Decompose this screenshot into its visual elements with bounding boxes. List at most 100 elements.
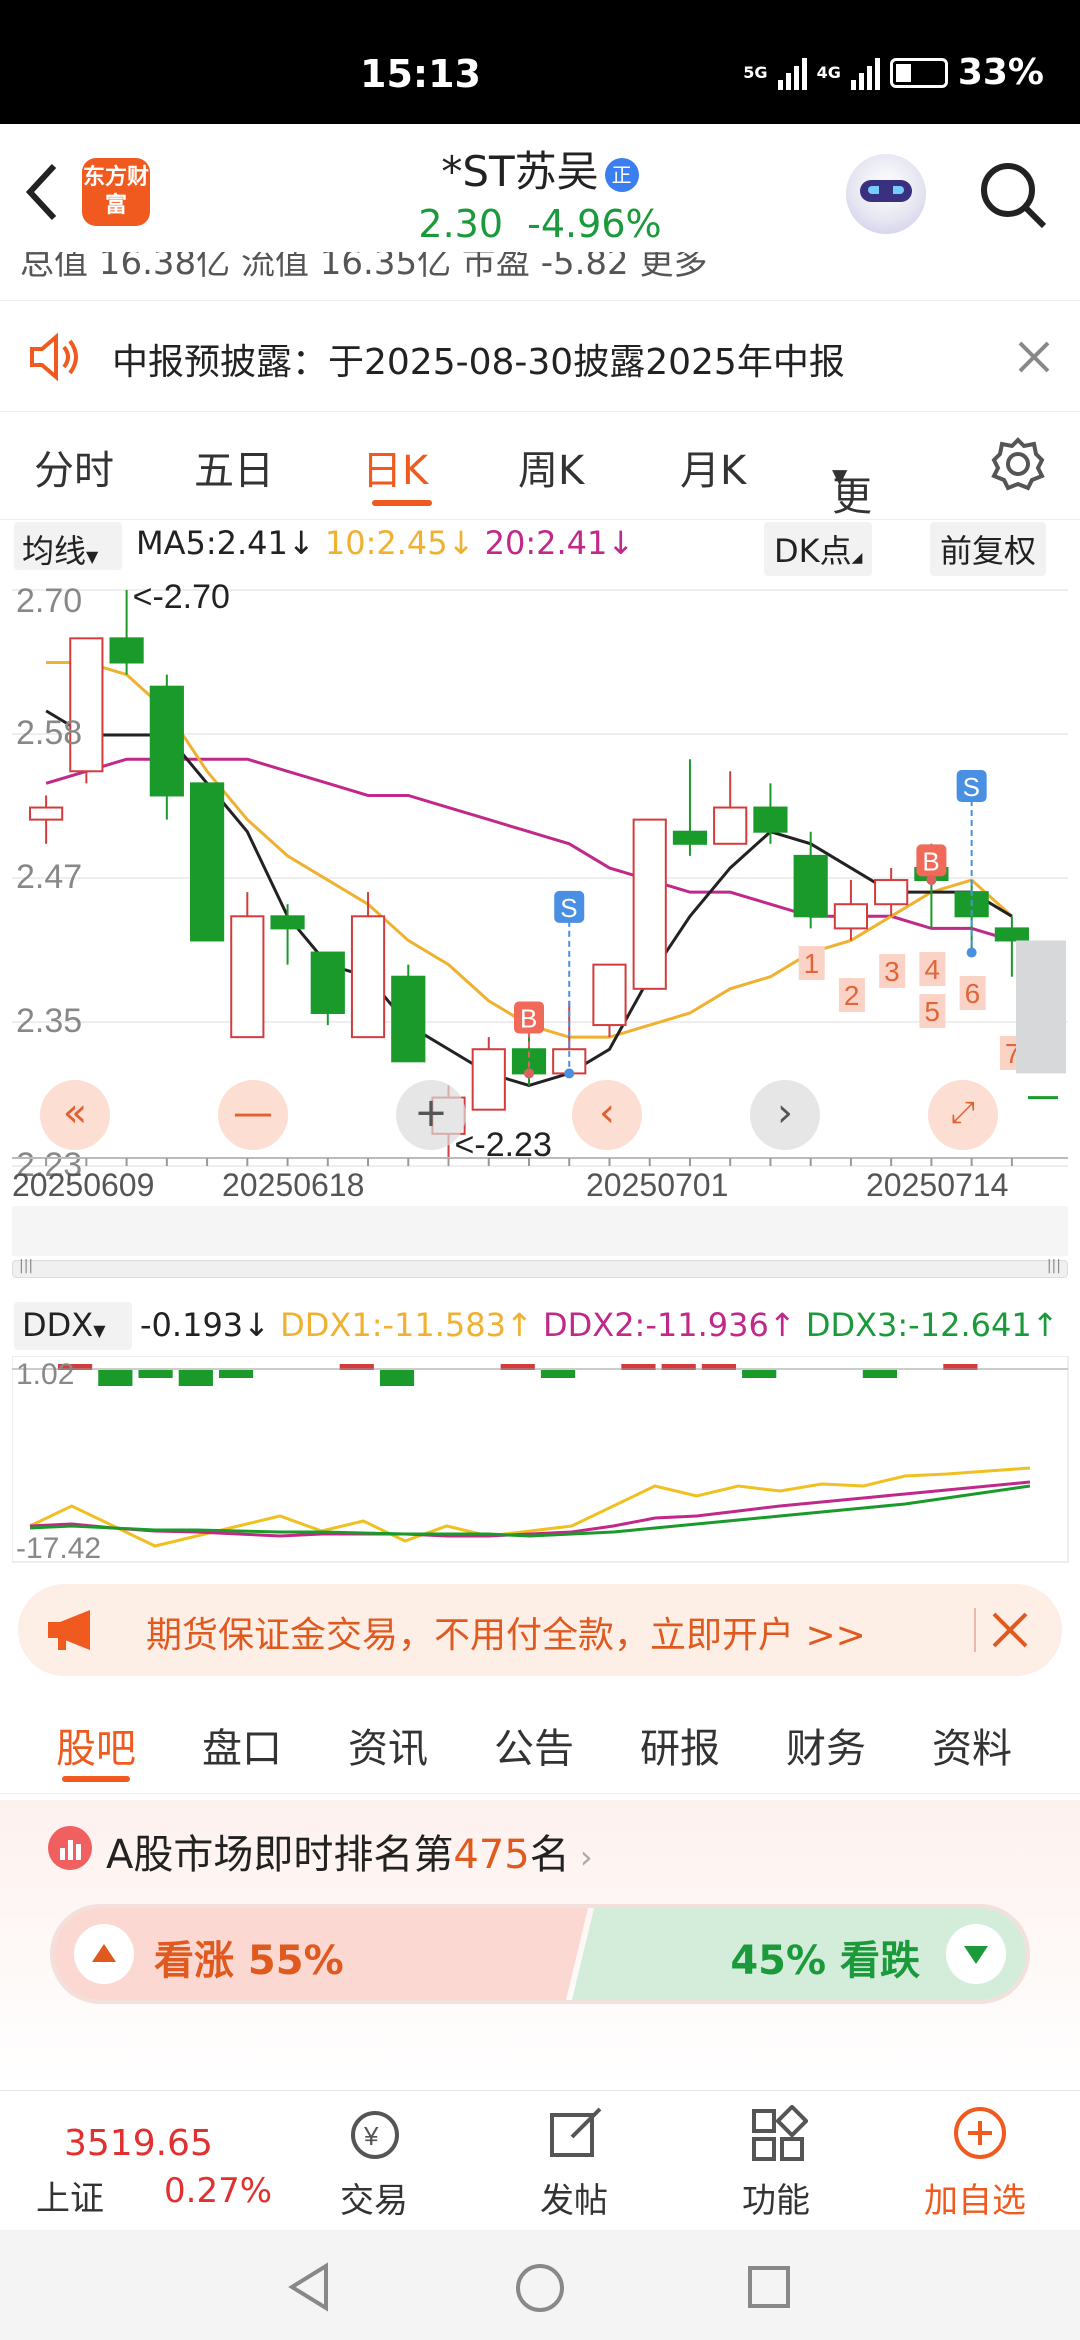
- search-icon[interactable]: [976, 158, 1050, 232]
- nav-post[interactable]: 发帖: [540, 2173, 608, 2222]
- notice-bar[interactable]: 中报预披露：于2025-08-30披露2025年中报: [0, 300, 1080, 412]
- stock-title-text: *ST苏吴: [441, 147, 599, 196]
- signal-icon-2: [850, 56, 880, 90]
- signal-label: S: [963, 772, 980, 802]
- tab-pankou[interactable]: 盘口: [202, 1716, 282, 1774]
- x-tick-label: 20250609: [12, 1167, 154, 1203]
- tab-guba[interactable]: 股吧: [56, 1716, 136, 1774]
- close-icon[interactable]: [1016, 339, 1052, 375]
- kline-chart[interactable]: 2.702.582.472.352.23<-2.70<-2.23BSBS123 4…: [12, 578, 1070, 1262]
- candle-body: [149, 685, 184, 797]
- ma20-value: 20:2.41: [484, 524, 608, 562]
- tab-zixun[interactable]: 资讯: [348, 1716, 428, 1774]
- ddx-bar: [138, 1370, 173, 1378]
- battery-percent: 33%: [957, 52, 1044, 93]
- ddx-y-bottom: -17.42: [16, 1532, 101, 1564]
- ddx-bar: [742, 1370, 777, 1378]
- trade-icon[interactable]: ¥: [340, 2105, 410, 2165]
- nav-function[interactable]: 功能: [742, 2173, 810, 2222]
- banner-divider: [974, 1608, 976, 1652]
- ddx-bar: [178, 1370, 213, 1386]
- tab-yanbao[interactable]: 研报: [640, 1716, 720, 1774]
- dropdown-arrow-icon: ▼: [93, 1321, 106, 1340]
- zoom-out-icon[interactable]: —: [218, 1080, 288, 1150]
- bottom-nav: 3519.65 上证 0.27% ¥ 交易 发帖 功能 加自选: [0, 2090, 1080, 2230]
- tab-caiwu[interactable]: 财务: [786, 1716, 866, 1774]
- candle-body: [391, 975, 426, 1063]
- vote-up-label[interactable]: 看涨 55%: [154, 1928, 344, 1986]
- close-icon[interactable]: [990, 1610, 1030, 1650]
- ddx1-value: DDX1:-11.583: [280, 1306, 506, 1344]
- home-icon[interactable]: [514, 2262, 566, 2314]
- nav-trade[interactable]: 交易: [340, 2173, 408, 2222]
- post-icon[interactable]: [546, 2105, 606, 2165]
- rank-suffix: 名: [529, 1832, 570, 1878]
- index-name[interactable]: 上证: [36, 2171, 104, 2220]
- tab-yuek[interactable]: 月K: [680, 438, 746, 496]
- scroll-left-icon[interactable]: «: [40, 1080, 110, 1150]
- x-tick-label: 20250618: [222, 1167, 364, 1203]
- chart-scrollbar[interactable]: ||| |||: [12, 1258, 1068, 1278]
- candle-body: [592, 963, 627, 1027]
- ddx-selector[interactable]: DDX▼: [14, 1302, 132, 1350]
- candle-body: [672, 830, 708, 845]
- y-tick-label: 2.58: [16, 714, 82, 752]
- high-label: <-2.70: [133, 578, 230, 616]
- index-value[interactable]: 3519.65: [64, 2123, 213, 2164]
- signal-label: B: [922, 846, 939, 876]
- sequence-number: 1: [804, 948, 820, 979]
- dropdown-arrow-icon: ▼: [86, 547, 99, 566]
- sequence-number: 5: [924, 996, 940, 1027]
- recents-icon[interactable]: [746, 2264, 792, 2310]
- nav-add-watchlist[interactable]: 加自选: [924, 2173, 1026, 2222]
- rank-text[interactable]: A股市场即时排名第475名 ›: [106, 1822, 593, 1880]
- ddx-chart: 1.02 -17.42: [12, 1356, 1069, 1564]
- tab-rik[interactable]: 日K: [362, 438, 428, 496]
- fullscreen-icon[interactable]: ⤢: [928, 1080, 998, 1150]
- dropdown-arrow-icon: ▼: [832, 464, 848, 488]
- ddx-bar: [379, 1370, 415, 1386]
- ddx-y-top: 1.02: [16, 1358, 74, 1391]
- candle-body: [230, 915, 265, 1039]
- tab-wuri[interactable]: 五日: [194, 438, 274, 496]
- futures-banner[interactable]: 期货保证金交易，不用付全款，立即开户 >>: [18, 1584, 1062, 1676]
- tab-zhouk[interactable]: 周K: [518, 438, 584, 496]
- vote-bar: 看涨 55% 45% 看跌: [50, 1904, 1030, 2004]
- candle-body: [874, 879, 909, 906]
- svg-text:¥: ¥: [363, 2121, 379, 2151]
- gear-icon[interactable]: [990, 436, 1046, 492]
- ddx-bar: [98, 1370, 133, 1386]
- x-tick-label: 20250701: [586, 1167, 728, 1203]
- ddx-bar: [862, 1370, 898, 1378]
- y-tick-label: 2.70: [16, 582, 82, 620]
- status-time: 15:13: [360, 52, 481, 96]
- prev-icon[interactable]: ‹: [572, 1080, 642, 1150]
- vote-down-button[interactable]: [946, 1924, 1006, 1984]
- zoom-in-icon[interactable]: +: [396, 1080, 466, 1150]
- period-tabs: 分时 五日 日K 周K 月K 更多▼: [0, 412, 1080, 578]
- vote-up-button[interactable]: [74, 1924, 134, 1984]
- ma-selector[interactable]: 均线▼: [14, 522, 122, 570]
- signal-label: S: [560, 893, 577, 923]
- stat-row-partial: 总值 16.38亿 流值 16.35亿 市盈 -5.82 更多: [20, 252, 708, 282]
- fq-button[interactable]: 前复权: [930, 522, 1047, 576]
- vote-down-label[interactable]: 45% 看跌: [730, 1928, 920, 1986]
- scroll-handle-left-icon[interactable]: |||: [19, 1258, 33, 1274]
- scroll-handle-right-icon[interactable]: |||: [1047, 1258, 1061, 1274]
- back-icon[interactable]: [286, 2262, 332, 2312]
- content-tabs: 股吧 盘口 资讯 公告 研报 财务 资料: [0, 1690, 1080, 1794]
- dk-point-button[interactable]: DK点◢: [764, 522, 873, 576]
- add-watchlist-icon[interactable]: [950, 2103, 1010, 2163]
- price-change: -4.96%: [527, 202, 662, 246]
- candle-body: [713, 806, 748, 845]
- robot-assistant-icon[interactable]: [846, 154, 926, 234]
- dk-label: DK点: [774, 532, 852, 570]
- ma-values: MA5:2.41↓ 10:2.45↓ 20:2.41↓: [136, 524, 635, 562]
- tab-fenshi[interactable]: 分时: [34, 438, 114, 496]
- tab-ziliao[interactable]: 资料: [932, 1716, 1012, 1774]
- tab-gonggao[interactable]: 公告: [494, 1716, 574, 1774]
- index-change[interactable]: 0.27%: [164, 2171, 272, 2211]
- next-icon[interactable]: ›: [750, 1080, 820, 1150]
- candle-body: [189, 782, 225, 942]
- function-icon[interactable]: [748, 2104, 809, 2165]
